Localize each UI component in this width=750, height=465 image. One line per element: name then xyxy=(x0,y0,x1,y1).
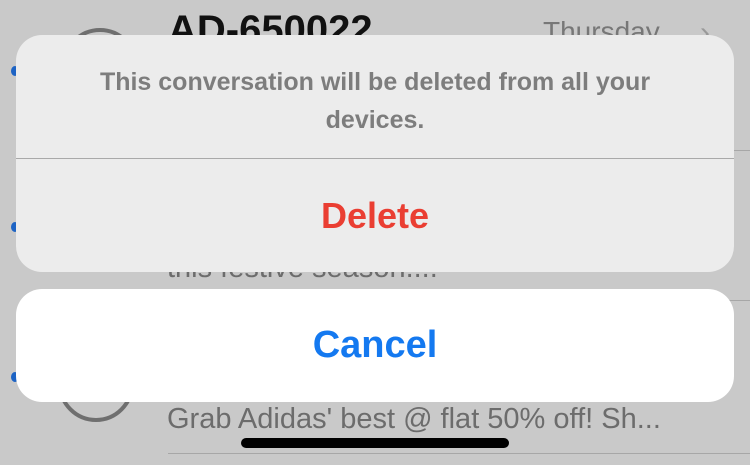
sheet-message: This conversation will be deleted from a… xyxy=(99,68,651,134)
cancel-button[interactable]: Cancel xyxy=(16,289,734,402)
home-indicator xyxy=(241,438,509,448)
delete-confirmation-sheet: This conversation will be deleted from a… xyxy=(16,35,734,272)
conversation-snippet: Grab Adidas' best @ flat 50% off! Sh... xyxy=(167,403,661,435)
delete-button[interactable]: Delete xyxy=(16,159,734,272)
list-separator xyxy=(168,453,750,454)
